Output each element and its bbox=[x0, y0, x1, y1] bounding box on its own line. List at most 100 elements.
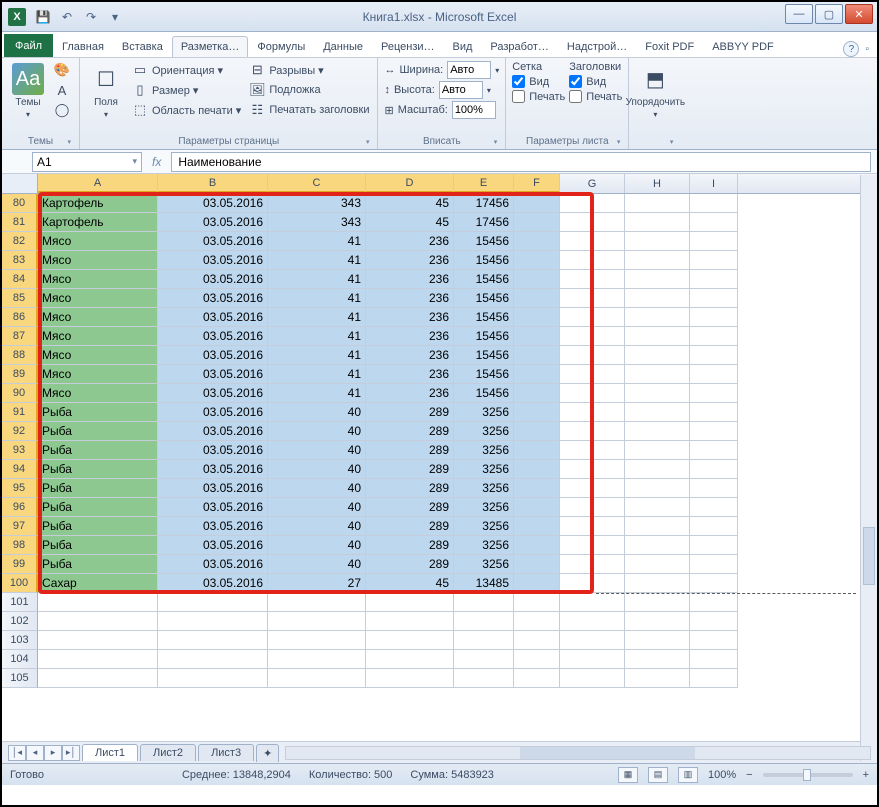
cell[interactable]: 236 bbox=[366, 289, 454, 308]
cell[interactable]: 03.05.2016 bbox=[158, 517, 268, 536]
gridlines-print-checkbox[interactable]: Печать bbox=[512, 90, 565, 103]
cell[interactable] bbox=[514, 441, 560, 460]
cell[interactable]: 03.05.2016 bbox=[158, 555, 268, 574]
tab-developer[interactable]: Разработ… bbox=[481, 36, 557, 57]
zoom-in-button[interactable]: + bbox=[863, 769, 869, 781]
row-header[interactable]: 96 bbox=[2, 498, 38, 517]
cell[interactable] bbox=[268, 631, 366, 650]
sheet-next-button[interactable]: ▸ bbox=[44, 745, 62, 761]
cell[interactable]: Мясо bbox=[38, 327, 158, 346]
cell[interactable] bbox=[690, 669, 738, 688]
cell[interactable] bbox=[625, 574, 690, 593]
cell[interactable]: 03.05.2016 bbox=[158, 441, 268, 460]
background-button[interactable]: 🖼Подложка bbox=[247, 81, 371, 99]
cell[interactable]: 45 bbox=[366, 213, 454, 232]
cell[interactable]: Мясо bbox=[38, 289, 158, 308]
cell[interactable] bbox=[514, 479, 560, 498]
cell[interactable]: 41 bbox=[268, 384, 366, 403]
row-header[interactable]: 87 bbox=[2, 327, 38, 346]
cell[interactable] bbox=[625, 593, 690, 612]
cell[interactable] bbox=[690, 251, 738, 270]
cell[interactable]: 3256 bbox=[454, 479, 514, 498]
cell[interactable] bbox=[690, 213, 738, 232]
hscroll-thumb[interactable] bbox=[520, 747, 695, 759]
cell[interactable]: 03.05.2016 bbox=[158, 251, 268, 270]
cell[interactable]: 03.05.2016 bbox=[158, 536, 268, 555]
row-header[interactable]: 93 bbox=[2, 441, 38, 460]
cell[interactable]: Рыба bbox=[38, 517, 158, 536]
row-header[interactable]: 104 bbox=[2, 650, 38, 669]
cell[interactable] bbox=[366, 593, 454, 612]
cell[interactable]: 41 bbox=[268, 251, 366, 270]
cell[interactable] bbox=[625, 479, 690, 498]
cell[interactable] bbox=[560, 194, 625, 213]
row-header[interactable]: 88 bbox=[2, 346, 38, 365]
cell[interactable]: Картофель bbox=[38, 194, 158, 213]
cell[interactable] bbox=[690, 536, 738, 555]
cell[interactable]: 236 bbox=[366, 308, 454, 327]
cell[interactable]: Сахар bbox=[38, 574, 158, 593]
cell[interactable] bbox=[514, 384, 560, 403]
view-normal-button[interactable]: ▦ bbox=[618, 767, 638, 783]
cell[interactable]: 3256 bbox=[454, 460, 514, 479]
cell[interactable]: 03.05.2016 bbox=[158, 403, 268, 422]
cell[interactable] bbox=[560, 384, 625, 403]
cell[interactable]: 3256 bbox=[454, 498, 514, 517]
headings-print-checkbox[interactable]: Печать bbox=[569, 90, 622, 103]
cell[interactable]: Мясо bbox=[38, 384, 158, 403]
col-header-F[interactable]: F bbox=[514, 174, 560, 193]
col-header-H[interactable]: H bbox=[625, 174, 690, 193]
qat-undo-icon[interactable]: ↶ bbox=[58, 8, 76, 26]
view-page-break-button[interactable]: ▥ bbox=[678, 767, 698, 783]
cell[interactable]: 41 bbox=[268, 365, 366, 384]
cell[interactable] bbox=[366, 612, 454, 631]
row-header[interactable]: 85 bbox=[2, 289, 38, 308]
col-header-B[interactable]: B bbox=[158, 174, 268, 193]
cell[interactable] bbox=[38, 669, 158, 688]
cell[interactable]: Рыба bbox=[38, 422, 158, 441]
cell[interactable] bbox=[690, 555, 738, 574]
cell[interactable]: 15456 bbox=[454, 308, 514, 327]
cell[interactable]: 03.05.2016 bbox=[158, 289, 268, 308]
cell[interactable] bbox=[690, 422, 738, 441]
cell[interactable] bbox=[366, 631, 454, 650]
name-box[interactable]: A1▾ bbox=[32, 152, 142, 172]
cell[interactable] bbox=[625, 631, 690, 650]
cell[interactable] bbox=[690, 289, 738, 308]
cell[interactable] bbox=[560, 650, 625, 669]
cell[interactable] bbox=[366, 669, 454, 688]
cell[interactable] bbox=[514, 289, 560, 308]
sheet-tab-1[interactable]: Лист1 bbox=[82, 744, 138, 761]
cell[interactable] bbox=[625, 441, 690, 460]
qat-customize-icon[interactable]: ▾ bbox=[106, 8, 124, 26]
cell[interactable]: 15456 bbox=[454, 384, 514, 403]
tab-insert[interactable]: Вставка bbox=[113, 36, 172, 57]
cell[interactable]: Рыба bbox=[38, 555, 158, 574]
cell[interactable] bbox=[514, 346, 560, 365]
cell[interactable] bbox=[560, 251, 625, 270]
cell[interactable] bbox=[690, 441, 738, 460]
cell[interactable] bbox=[625, 270, 690, 289]
cell[interactable] bbox=[454, 631, 514, 650]
cell[interactable] bbox=[625, 403, 690, 422]
col-header-E[interactable]: E bbox=[454, 174, 514, 193]
cell[interactable] bbox=[690, 517, 738, 536]
cell[interactable] bbox=[690, 479, 738, 498]
cell[interactable] bbox=[38, 612, 158, 631]
cell[interactable] bbox=[514, 308, 560, 327]
minimize-button[interactable]: — bbox=[785, 4, 813, 24]
cell[interactable]: 3256 bbox=[454, 536, 514, 555]
row-header[interactable]: 105 bbox=[2, 669, 38, 688]
maximize-button[interactable]: ▢ bbox=[815, 4, 843, 24]
new-sheet-button[interactable]: ✦ bbox=[256, 744, 279, 762]
cell[interactable] bbox=[514, 327, 560, 346]
cell[interactable]: 3256 bbox=[454, 517, 514, 536]
cell[interactable] bbox=[158, 650, 268, 669]
cell[interactable]: 45 bbox=[366, 574, 454, 593]
row-header[interactable]: 94 bbox=[2, 460, 38, 479]
cell[interactable]: 40 bbox=[268, 517, 366, 536]
cell[interactable] bbox=[268, 669, 366, 688]
cell[interactable]: 40 bbox=[268, 498, 366, 517]
print-area-button[interactable]: ⬚Область печати ▾ bbox=[130, 101, 243, 119]
row-header[interactable]: 83 bbox=[2, 251, 38, 270]
